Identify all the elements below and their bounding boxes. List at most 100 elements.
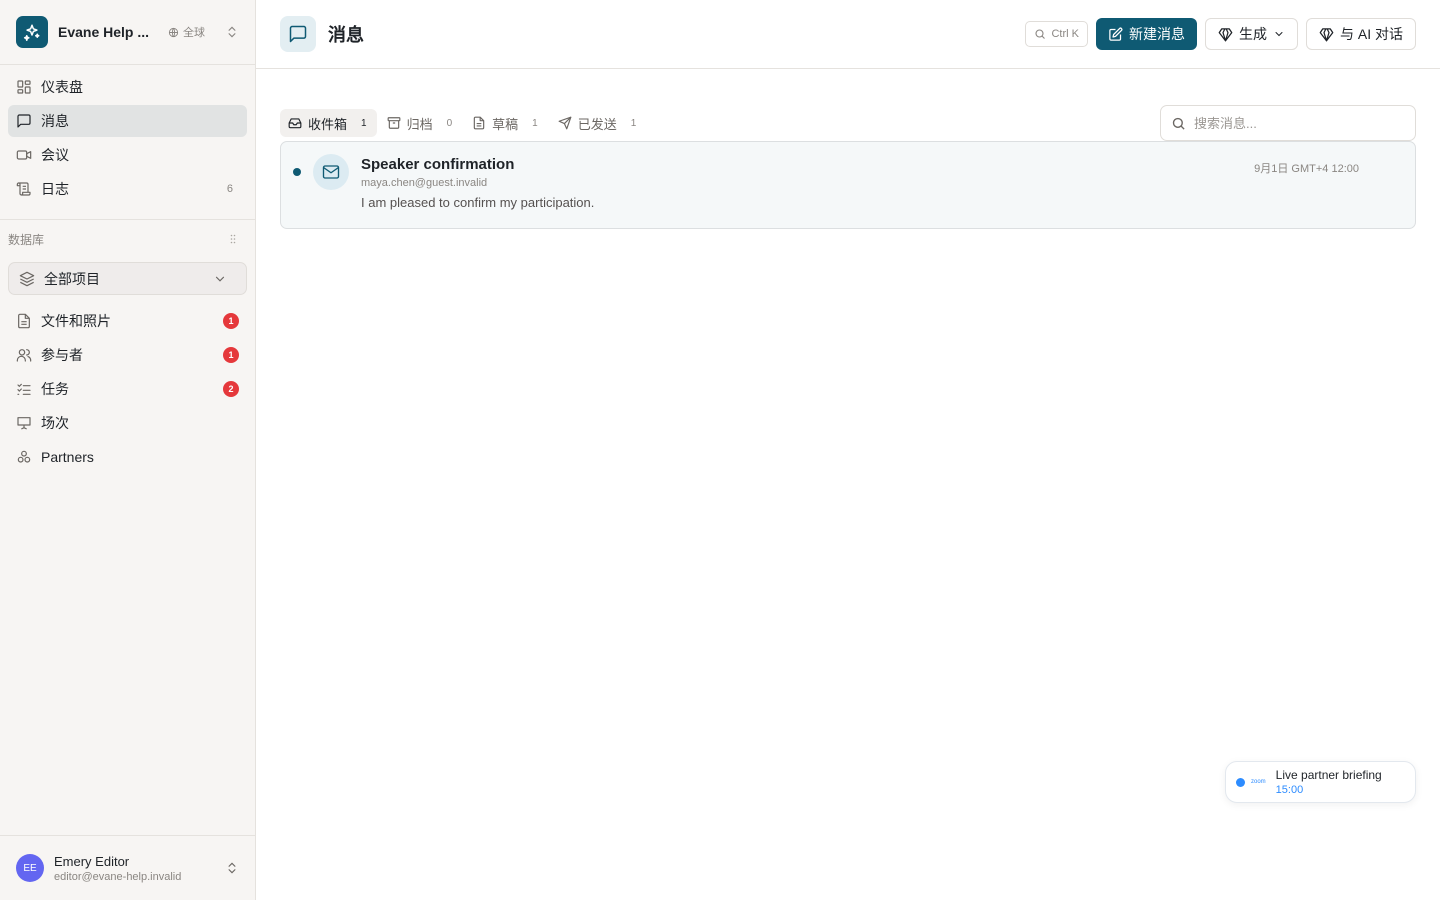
page-title: 消息 — [328, 25, 364, 45]
list-checks-icon — [16, 381, 32, 397]
message-avatar — [313, 154, 349, 190]
ai-chat-button[interactable]: 与 AI 对话 — [1305, 18, 1416, 50]
count-badge: 1 — [223, 313, 239, 329]
nav-item-label: 文件和照片 — [41, 313, 111, 329]
tab-inbox[interactable]: 收件箱 1 — [280, 109, 377, 137]
ai-chat-label: 与 AI 对话 — [1339, 26, 1403, 42]
nav-item-label: Partners — [41, 449, 94, 465]
presentation-icon — [16, 415, 32, 431]
gem-icon — [1319, 27, 1334, 42]
nav-item-messages[interactable]: 消息 — [8, 105, 247, 137]
dashboard-icon — [16, 79, 32, 95]
nav-item-meetings[interactable]: 会议 — [8, 139, 247, 171]
nav-item-label: 任务 — [41, 381, 69, 397]
tab-label: 归档 — [406, 116, 433, 132]
message-preview: I am pleased to confirm my participation… — [361, 195, 595, 210]
nav-item-label: 日志 — [41, 181, 69, 197]
new-message-button[interactable]: 新建消息 — [1095, 18, 1197, 50]
tab-label: 草稿 — [492, 116, 519, 132]
new-message-label: 新建消息 — [1128, 26, 1185, 42]
header-actions: Ctrl K 新建消息 生成 与 AI 对话 — [1025, 18, 1416, 50]
nav-item-label: 仪表盘 — [41, 79, 83, 95]
chevrons-up-down-icon[interactable] — [225, 25, 239, 39]
tab-count: 1 — [630, 117, 637, 129]
user-menu[interactable]: EE Emery Editor editor@evane-help.invali… — [0, 835, 255, 900]
sparkles-icon — [23, 23, 41, 41]
main-nav: 仪表盘 消息 会议 日志 6 — [0, 65, 255, 205]
main-content: 消息 Ctrl K 新建消息 生成 与 AI 对话 收件箱 1 归档 0 草稿 … — [256, 0, 1440, 900]
file-text-icon — [16, 313, 32, 329]
message-list: Speaker confirmation maya.chen@guest.inv… — [256, 141, 1440, 229]
generate-label: 生成 — [1238, 26, 1267, 42]
nav-item-tasks[interactable]: 任务 2 — [8, 373, 247, 405]
nav-item-logs[interactable]: 日志 6 — [8, 173, 247, 205]
workspace-scope-label: 全球 — [183, 27, 205, 39]
search-icon — [1171, 116, 1186, 131]
count-badge: 2 — [223, 381, 239, 397]
logs-count: 6 — [226, 183, 233, 195]
nav-item-participants[interactable]: 参与者 1 — [8, 339, 247, 371]
message-sender: maya.chen@guest.invalid — [361, 177, 488, 189]
search-icon — [1034, 28, 1046, 40]
live-meeting-title: Live partner briefing — [1275, 768, 1382, 782]
live-meeting-widget[interactable]: zoom Live partner briefing 15:00 — [1225, 761, 1416, 803]
send-icon — [558, 116, 572, 130]
page-icon — [280, 16, 316, 52]
message-subject: Speaker confirmation — [361, 156, 515, 173]
live-meeting-info: Live partner briefing 15:00 — [1276, 768, 1382, 796]
message-search — [1160, 105, 1416, 141]
shortcut-label: Ctrl K — [1051, 28, 1079, 40]
nav-item-partners[interactable]: Partners — [8, 441, 247, 473]
workspace-logo — [16, 16, 48, 48]
file-text-icon — [472, 116, 486, 130]
boxes-icon — [16, 449, 32, 465]
avatar: EE — [16, 854, 44, 882]
database-selector-label: 全部项目 — [44, 270, 100, 287]
count-badge: 1 — [223, 347, 239, 363]
gem-icon — [1218, 27, 1233, 42]
workspace-switcher[interactable]: Evane Help ... 全球 — [0, 0, 255, 65]
nav-item-sessions[interactable]: 场次 — [8, 407, 247, 439]
live-meeting-time: 15:00 — [1275, 784, 1304, 796]
message-square-icon — [16, 113, 32, 129]
tab-archive[interactable]: 归档 0 — [379, 109, 463, 137]
generate-button[interactable]: 生成 — [1204, 18, 1298, 50]
tab-count: 1 — [532, 117, 538, 129]
nav-item-label: 场次 — [41, 415, 69, 431]
nav-item-dashboard[interactable]: 仪表盘 — [8, 71, 247, 103]
nav-item-label: 会议 — [41, 147, 69, 163]
message-date: 9月1日 GMT+4 12:00 — [1254, 163, 1359, 175]
live-indicator — [1236, 777, 1245, 787]
chevron-down-icon — [1273, 28, 1285, 40]
zoom-logo: zoom — [1251, 779, 1266, 785]
database-selector[interactable]: 全部项目 — [8, 262, 247, 295]
archive-icon — [387, 116, 401, 130]
grip-vertical-icon[interactable] — [227, 233, 239, 245]
tab-count: 1 — [361, 117, 367, 129]
user-email: editor@evane-help.invalid — [54, 870, 182, 883]
user-name: Emery Editor — [54, 853, 130, 869]
database-section-title: 数据库 — [8, 232, 45, 247]
chevrons-up-down-icon[interactable] — [225, 861, 239, 875]
nav-item-label: 参与者 — [41, 347, 83, 363]
workspace-name: Evane Help ... — [58, 24, 150, 40]
command-search-button[interactable]: Ctrl K — [1025, 21, 1088, 47]
nav-item-files-photos[interactable]: 文件和照片 1 — [8, 305, 247, 337]
tab-count: 0 — [446, 117, 453, 129]
message-row[interactable]: Speaker confirmation maya.chen@guest.inv… — [280, 141, 1416, 229]
video-icon — [16, 147, 32, 163]
mail-icon — [322, 163, 340, 181]
inbox-icon — [288, 116, 302, 130]
nav-item-label: 消息 — [41, 113, 69, 129]
tab-drafts[interactable]: 草稿 1 — [464, 109, 548, 137]
user-info: Emery Editor editor@evane-help.invalid — [54, 854, 181, 883]
layers-icon — [19, 271, 35, 287]
tab-sent[interactable]: 已发送 1 — [550, 109, 647, 137]
message-body: Speaker confirmation maya.chen@guest.inv… — [361, 156, 594, 210]
page-header: 消息 Ctrl K 新建消息 生成 与 AI 对话 — [256, 0, 1440, 69]
sidebar: Evane Help ... 全球 仪表盘 消息 会议 日志 6 数据库 全部项… — [0, 0, 256, 900]
tab-label: 收件箱 — [308, 116, 348, 132]
search-input[interactable] — [1194, 115, 1394, 131]
scroll-text-icon — [16, 181, 32, 197]
database-section-header: 数据库 — [0, 220, 255, 258]
